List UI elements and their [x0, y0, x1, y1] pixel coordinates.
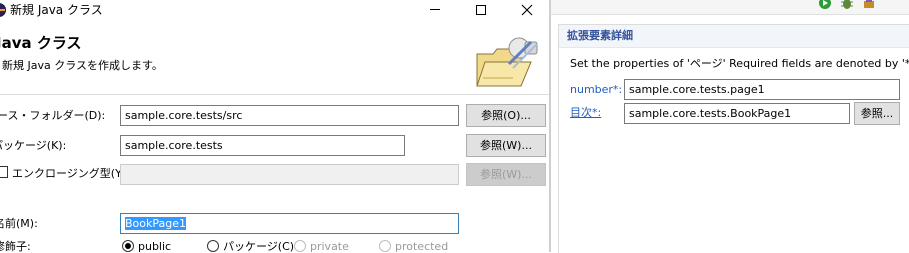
banner-title: Java クラス [0, 34, 82, 52]
dialog-title: 新規 Java クラス [10, 3, 103, 17]
maximize-icon [476, 4, 486, 15]
enclosing-type-field[interactable] [120, 164, 459, 185]
top-toolbar [551, 0, 909, 15]
name-field-value: BookPage1 [125, 217, 187, 230]
toc-browse-button[interactable]: 参照... [854, 102, 900, 125]
section-description: Set the properties of 'ページ' Required fie… [570, 57, 909, 70]
modifier-protected-radio[interactable] [379, 240, 391, 252]
source-folder-label: ソース・フォルダー(D): [0, 109, 106, 122]
maximize-button[interactable] [458, 0, 504, 20]
new-java-class-dialog: 新規 Java クラス Java クラス 新規 Java クラスを作成します。 … [0, 0, 549, 252]
tools-icon[interactable] [862, 0, 876, 10]
toc-link[interactable]: 目次*: [570, 106, 601, 120]
browse-source-folder-button[interactable]: 参照(O)... [466, 104, 546, 127]
minimize-icon [430, 9, 440, 10]
modifier-protected-label: protected [395, 240, 449, 252]
number-field[interactable]: sample.core.tests.page1 [624, 79, 900, 100]
banner-description: 新規 Java クラスを作成します。 [2, 59, 163, 72]
name-field[interactable]: BookPage1 [120, 213, 459, 234]
section-title: 拡張要素詳細 [567, 29, 633, 42]
wizard-banner: Java クラス 新規 Java クラスを作成します。 [0, 20, 549, 95]
enclosing-type-label: エンクロージング型(Y): [12, 167, 130, 180]
package-field[interactable]: sample.core.tests [120, 135, 405, 156]
modifier-public-radio[interactable] [122, 240, 134, 252]
browse-enclosing-type-button[interactable]: 参照(W)... [466, 163, 546, 186]
minimize-button[interactable] [412, 0, 458, 20]
toc-field[interactable]: sample.core.tests.BookPage1 [624, 103, 850, 124]
modifier-private-label: private [310, 240, 349, 252]
modifiers-label: 修飾子: [0, 240, 31, 252]
modifier-private-radio[interactable] [294, 240, 306, 252]
bug-icon[interactable] [840, 0, 854, 10]
enclosing-type-checkbox[interactable] [0, 166, 8, 178]
browse-package-button[interactable]: 参照(W)... [466, 134, 546, 157]
folder-wizard-icon [476, 37, 538, 87]
number-label: number*: [570, 83, 623, 96]
app-icon [0, 3, 6, 17]
run-icon[interactable] [818, 0, 832, 10]
name-label: 名前(M): [0, 217, 38, 230]
close-icon [521, 4, 533, 15]
package-label: パッケージ(K): [0, 139, 67, 152]
close-button[interactable] [504, 0, 549, 20]
source-folder-field[interactable]: sample.core.tests/src [120, 105, 459, 126]
dialog-titlebar[interactable]: 新規 Java クラス [0, 0, 549, 20]
modifier-public-label: public [138, 240, 172, 252]
modifier-package-radio[interactable] [207, 240, 219, 252]
modifier-package-label: パッケージ(C) [223, 240, 295, 252]
